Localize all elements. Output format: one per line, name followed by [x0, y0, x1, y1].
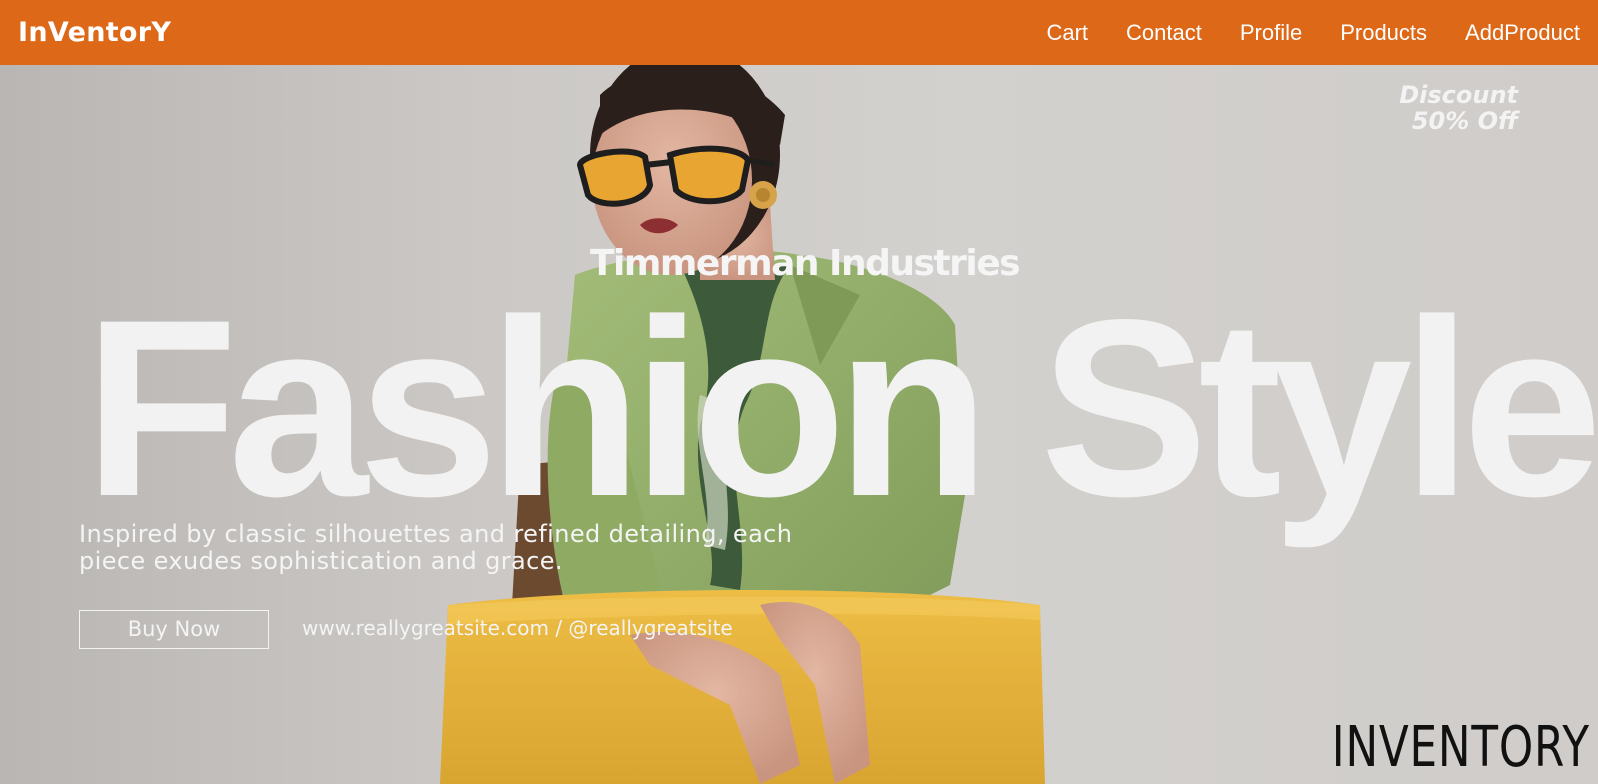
nav-link-addproduct[interactable]: AddProduct — [1465, 20, 1580, 46]
hero-banner: Discount 50% Off Timmerman Industries Fa… — [0, 65, 1598, 784]
nav-links: Cart Contact Profile Products AddProduct — [1046, 0, 1580, 65]
brand-logo[interactable]: InVentorY — [18, 0, 171, 65]
nav-link-cart[interactable]: Cart — [1046, 20, 1088, 46]
nav-link-products[interactable]: Products — [1340, 20, 1427, 46]
discount-badge: Discount 50% Off — [1399, 82, 1518, 134]
page: InVentorY Cart Contact Profile Products … — [0, 0, 1598, 784]
nav-link-contact[interactable]: Contact — [1126, 20, 1202, 46]
hero-headline: Fashion Style — [84, 268, 1598, 549]
hero-tagline: Inspired by classic silhouettes and refi… — [79, 520, 793, 575]
discount-value: 50% Off — [1411, 107, 1518, 135]
inventory-watermark: INVENTORY — [1331, 715, 1590, 780]
discount-label: Discount — [1399, 81, 1518, 109]
nav-link-profile[interactable]: Profile — [1240, 20, 1302, 46]
buy-now-button[interactable]: Buy Now — [79, 610, 269, 649]
website-link[interactable]: www.reallygreatsite.com / @reallygreatsi… — [302, 616, 733, 640]
navbar: InVentorY Cart Contact Profile Products … — [0, 0, 1598, 65]
